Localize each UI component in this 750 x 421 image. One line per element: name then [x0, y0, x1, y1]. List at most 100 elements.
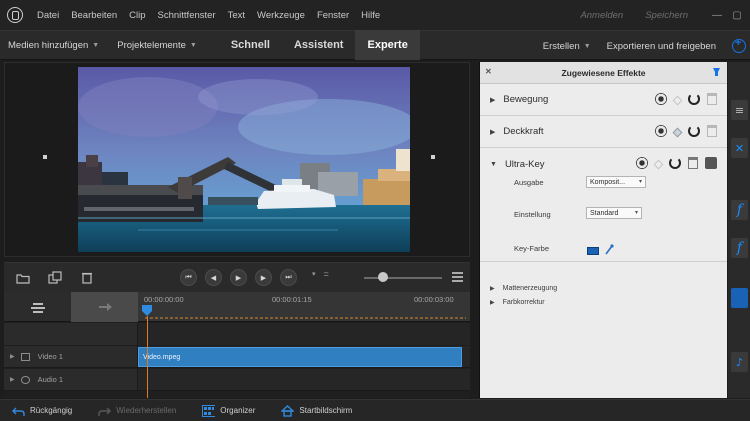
visibility-eye-icon[interactable] — [636, 157, 648, 169]
video-clip[interactable]: Video.mpeg — [138, 347, 462, 367]
save-link[interactable]: Speichern — [645, 10, 688, 21]
zoom-slider-track[interactable] — [364, 277, 442, 279]
reset-icon[interactable] — [688, 125, 700, 137]
function-icon[interactable]: f — [731, 238, 748, 258]
tab-experte[interactable]: Experte — [355, 30, 420, 60]
chevron-right-icon[interactable]: ▶ — [490, 128, 495, 136]
create-dropdown[interactable]: Erstellen ▼ — [543, 41, 591, 52]
redo-label: Wiederherstellen — [116, 406, 177, 415]
tab-schnell[interactable]: Schnell — [219, 30, 282, 60]
chevron-down-icon[interactable]: ▼ — [490, 161, 497, 168]
effects-fx-icon[interactable]: f — [731, 200, 748, 220]
close-icon[interactable]: ✕ — [485, 67, 492, 76]
render-arrow-icon[interactable] — [71, 292, 138, 322]
video-preview-frame[interactable] — [78, 67, 410, 252]
chevron-right-icon[interactable]: ▶ — [490, 96, 495, 104]
pin-icon[interactable] — [712, 67, 721, 77]
effect-name-deckkraft: Deckkraft — [503, 126, 544, 137]
goto-start-icon[interactable]: ⏮ — [180, 269, 197, 286]
keyframe-diamond-icon[interactable] — [672, 127, 683, 137]
playback-controls: ⏮ ◀ ▶ ▶ ⏭ — [180, 269, 305, 286]
fx-settings-icon[interactable] — [705, 157, 717, 169]
subgroup-row-matte[interactable]: ▶ Mattenerzeugung — [480, 281, 557, 295]
menu-bearbeiten[interactable]: Bearbeiten — [71, 10, 117, 21]
music-icon[interactable]: ♪ — [731, 352, 748, 372]
delete-icon[interactable] — [707, 125, 717, 137]
timeline-ruler[interactable]: 00:00:00:00 00:00:01:15 00:00:03:00 — [138, 292, 470, 322]
key-color-label: Key-Farbe — [514, 244, 550, 253]
home-icon — [281, 404, 295, 417]
key-color-swatch[interactable] — [587, 247, 599, 255]
setting-select[interactable]: Standard ▾ — [586, 207, 642, 219]
menu-fenster[interactable]: Fenster — [317, 10, 349, 21]
effect-row-tools — [629, 157, 717, 169]
monitor-left-handle[interactable] — [43, 155, 47, 159]
minimize-icon[interactable]: — — [710, 0, 724, 30]
chevron-right-icon[interactable]: ▶ — [490, 285, 495, 292]
visibility-eye-icon[interactable] — [655, 93, 667, 105]
harbor-scene-image — [78, 67, 410, 252]
step-forward-icon[interactable]: ▶ — [255, 269, 272, 286]
reset-icon[interactable] — [669, 157, 681, 169]
copy-icon[interactable] — [42, 265, 68, 291]
eyedropper-icon[interactable] — [604, 244, 614, 256]
organizer-label: Organizer — [220, 406, 256, 415]
volume-chevron-icon[interactable]: ▾ — [312, 270, 316, 278]
menu-schnittfenster[interactable]: Schnittfenster — [158, 10, 216, 21]
maximize-icon[interactable]: ▢ — [730, 0, 744, 30]
work-area-bar[interactable] — [144, 317, 466, 319]
keyframe-diamond-icon[interactable] — [672, 95, 683, 105]
track-body-audio-1[interactable] — [138, 369, 470, 391]
add-media-dropdown[interactable]: Medien hinzufügen ▼ — [8, 40, 99, 51]
sign-in-link[interactable]: Anmelden — [580, 10, 623, 21]
menu-clip[interactable]: Clip — [129, 10, 145, 21]
status-bar: Rückgängig Wiederherstellen Organizer St… — [0, 399, 750, 421]
home-screen-button[interactable]: Startbildschirm — [281, 404, 352, 417]
chevron-right-icon[interactable]: ▶ — [490, 299, 495, 306]
tab-assistent[interactable]: Assistent — [282, 30, 356, 60]
transport-bar: ⏮ ◀ ▶ ▶ ⏭ ▾ = — [4, 262, 470, 292]
effect-row-bewegung[interactable]: ▶ Bewegung — [480, 84, 727, 116]
goto-end-icon[interactable]: ⏭ — [280, 269, 297, 286]
layers-icon[interactable]: ≡ — [731, 100, 748, 120]
folder-icon[interactable] — [10, 265, 36, 291]
menu-datei[interactable]: Datei — [37, 10, 59, 21]
play-icon[interactable]: ▶ — [230, 269, 247, 286]
chevron-right-icon[interactable]: ▶ — [10, 353, 15, 360]
hamburger-menu-icon[interactable] — [452, 272, 463, 282]
subgroup-row-colorcorrection[interactable]: ▶ Farbkorrektur — [480, 295, 545, 309]
graphics-icon[interactable] — [731, 288, 748, 308]
track-body-video-1[interactable]: Video.mpeg — [138, 346, 470, 368]
delete-icon[interactable] — [707, 93, 717, 105]
delete-icon[interactable] — [688, 157, 698, 169]
effect-row-deckkraft[interactable]: ▶ Deckkraft — [480, 116, 727, 148]
trash-icon[interactable] — [74, 265, 100, 291]
applied-effects-panel: ✕ Zugewiesene Effekte ▶ Bewegung ▶ Deckk… — [479, 62, 727, 398]
menu-hilfe[interactable]: Hilfe — [361, 10, 380, 21]
zoom-minus-icon[interactable]: = — [324, 269, 329, 279]
effects-panel-title: Zugewiesene Effekte — [561, 67, 646, 78]
project-assets-dropdown[interactable]: Projektelemente ▼ — [117, 40, 197, 51]
export-share-button[interactable]: Exportieren und freigeben — [607, 41, 716, 52]
visibility-eye-icon[interactable] — [655, 125, 667, 137]
keyframe-diamond-icon[interactable] — [653, 159, 664, 169]
redo-button[interactable]: Wiederherstellen — [98, 405, 176, 417]
output-select[interactable]: Komposit... ▾ — [586, 176, 646, 188]
track-options-icon[interactable] — [4, 292, 71, 322]
reset-icon[interactable] — [688, 93, 700, 105]
undo-button[interactable]: Rückgängig — [12, 405, 72, 417]
menu-text[interactable]: Text — [228, 10, 245, 21]
chevron-right-icon[interactable]: ▶ — [10, 376, 15, 383]
add-circle-icon[interactable] — [732, 37, 746, 53]
organizer-button[interactable]: Organizer — [202, 404, 256, 417]
step-back-icon[interactable]: ◀ — [205, 269, 222, 286]
track-header-video-1[interactable]: ▶ Video 1 — [4, 346, 138, 368]
monitor-right-handle[interactable] — [431, 155, 435, 159]
track-header-audio-1[interactable]: ▶ Audio 1 — [4, 369, 138, 391]
zoom-slider-thumb[interactable] — [378, 272, 388, 282]
playhead-line[interactable] — [147, 316, 148, 398]
playhead-handle-icon[interactable] — [142, 305, 152, 316]
menu-werkzeuge[interactable]: Werkzeuge — [257, 10, 305, 21]
volume-control: ▾ = — [312, 269, 329, 279]
tools-icon[interactable]: ✕ — [731, 138, 748, 158]
